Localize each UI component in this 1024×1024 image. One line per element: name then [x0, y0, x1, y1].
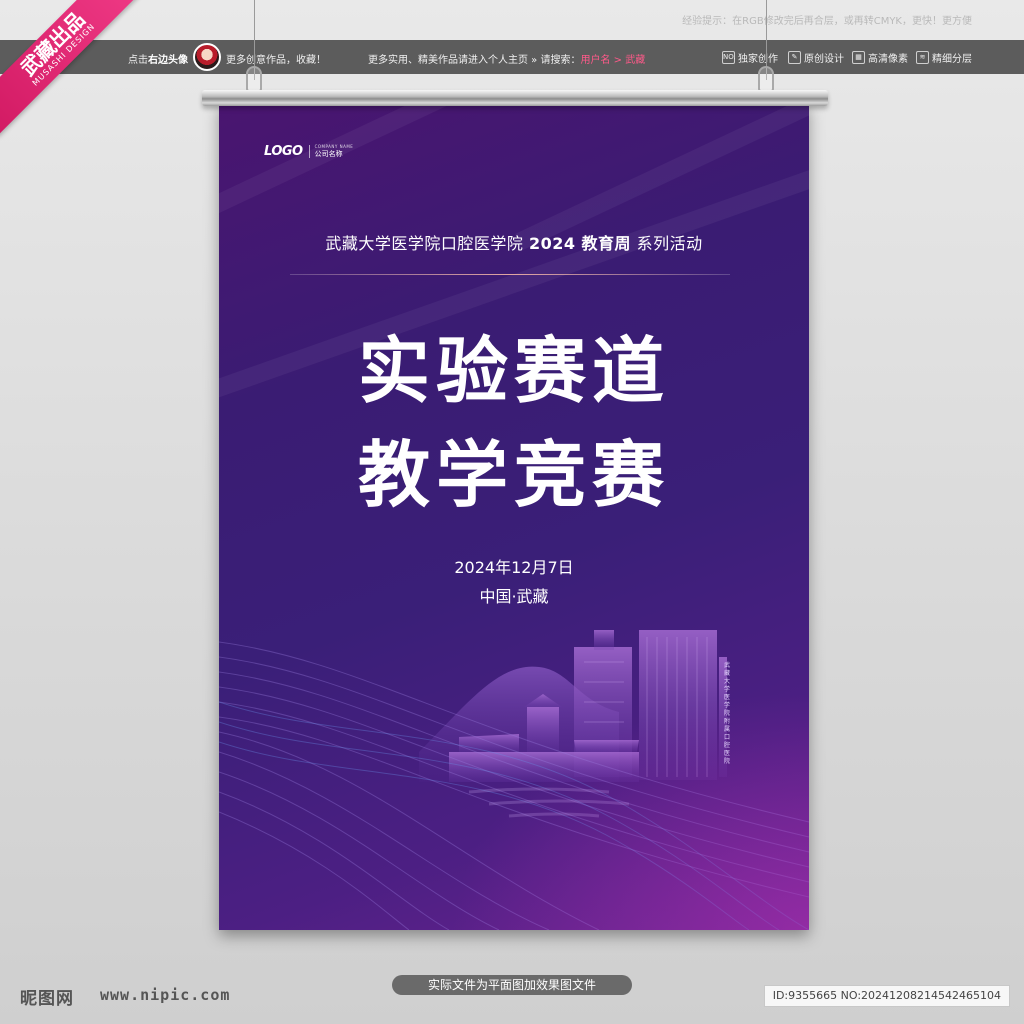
layers-icon: ≋ [916, 51, 929, 64]
logo-company-cn: 公司名称 [314, 150, 343, 158]
top-info-bar: 点击右边头像 更多创意作品，收藏！ 更多实用、精美作品请进入个人主页 » 请搜索… [0, 40, 1024, 74]
feature-hd: ▦ 高清像素 [852, 50, 908, 65]
feature-label: 高清像素 [868, 54, 908, 65]
event-date: 2024年12月7日 [454, 558, 574, 577]
feature-label: 独家创作 [738, 54, 778, 65]
feature-original: ✎ 原创设计 [788, 50, 844, 65]
subtitle-bold: 2024 教育周 [528, 234, 632, 253]
feature-exclusive: NO. 独家创作 [722, 50, 778, 65]
more-practical-label: 更多实用、精美作品请进入个人主页 » 请搜索： [368, 55, 581, 66]
subtitle-suffix: 系列活动 [631, 234, 703, 253]
logo-mark: LOGO [264, 144, 303, 159]
event-place: 中国·武藏 [479, 587, 549, 606]
logo-company-en: COMPANY NAME [314, 144, 354, 149]
pencil-icon: ✎ [788, 51, 801, 64]
tip-text: 经验提示：在RGB修改完后再合层，或再转CMYK，更快！更方便 [682, 16, 972, 27]
exclusive-icon: NO. [722, 51, 736, 64]
site-logo[interactable]: 昵图网 [20, 984, 74, 1009]
file-note-badge: 实际文件为平面图加效果图文件 [392, 975, 632, 995]
subtitle-prefix: 武藏大学医学院口腔医学院 [325, 234, 529, 253]
subtitle-divider [290, 274, 730, 275]
more-works-link[interactable]: 更多创意作品，收藏！ [226, 51, 326, 66]
click-hint: 点击右边头像 [128, 51, 188, 66]
poster-logo: LOGO COMPANY NAME 公司名称 [264, 144, 353, 159]
click-target-label: 右边头像 [148, 55, 188, 66]
poster: LOGO COMPANY NAME 公司名称 武藏大学医学院口腔医学院 2024… [219, 102, 809, 930]
author-avatar[interactable] [193, 43, 221, 71]
click-prefix: 点击 [128, 55, 148, 66]
hanging-hook [758, 66, 774, 92]
building-sign-text: 武藏大学医学院附属口腔医院 [724, 662, 731, 765]
site-url[interactable]: www.nipic.com [100, 986, 230, 1004]
poster-subtitle: 武藏大学医学院口腔医学院 2024 教育周 系列活动 [219, 230, 809, 254]
feature-label: 精细分层 [932, 54, 972, 65]
hanging-rod [202, 90, 828, 106]
hanging-hook [246, 66, 262, 92]
feature-label: 原创设计 [804, 54, 844, 65]
more-practical-text: 更多实用、精美作品请进入个人主页 » 请搜索：用户名 > 武藏 [368, 51, 645, 66]
grid-icon: ▦ [852, 51, 865, 64]
tower-top [594, 630, 614, 650]
poster-title-line-1: 实验赛道 [357, 329, 670, 413]
image-id-box: ID:9355665 NO:20241208214542465104 [763, 985, 1010, 1007]
bottom-glow [449, 690, 809, 930]
poster-title-line-2: 教学竞赛 [357, 433, 670, 517]
feature-layers: ≋ 精细分层 [916, 50, 972, 65]
logo-text: COMPANY NAME 公司名称 [308, 144, 354, 158]
username-hint[interactable]: 用户名 > 武藏 [580, 55, 645, 66]
